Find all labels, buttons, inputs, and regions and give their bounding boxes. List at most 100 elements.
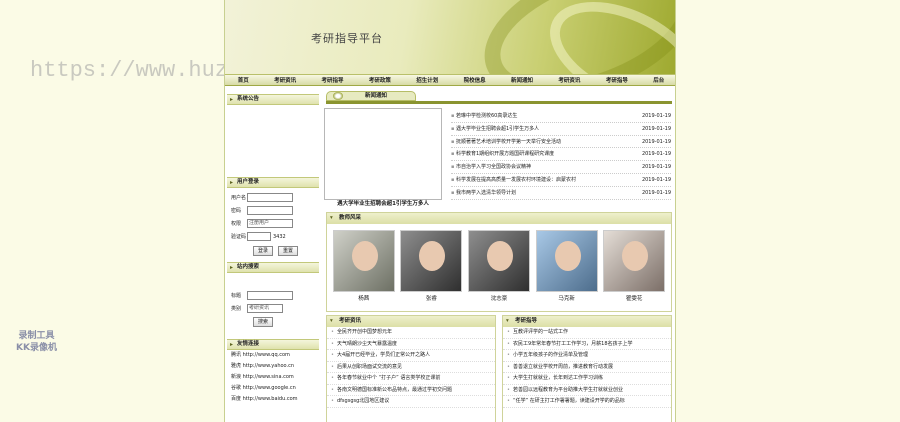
- news-date: 2019-01-19: [641, 113, 671, 119]
- search-button[interactable]: 搜索: [253, 317, 274, 327]
- username-label: 用户名: [231, 195, 247, 201]
- news-date: 2019-01-19: [641, 164, 671, 171]
- list-item[interactable]: 科学教育1期组织开展方题国研课程研究课度 2019-01-19: [451, 148, 671, 162]
- list-item[interactable]: 天气晴朗沙尘天气暴露温度: [327, 339, 495, 350]
- reset-button[interactable]: 重置: [277, 246, 298, 256]
- type-label: 类别: [231, 306, 242, 312]
- news-title[interactable]: 若琳中学检测校60高录达生: [451, 110, 517, 122]
- captcha-input[interactable]: [247, 232, 271, 241]
- news-image[interactable]: [324, 108, 442, 200]
- username-input[interactable]: [247, 193, 293, 202]
- keyword-input[interactable]: [247, 291, 293, 300]
- news-title[interactable]: 科学发展在提高高质量一发展农村环境建设：启蒙农村: [451, 174, 576, 186]
- page-container: 考研指导平台 首页 考研资讯 考研指导 考研政策 招生计划 院校信息 新闻通知 …: [224, 0, 676, 422]
- tab-news-label: 新闻通知: [365, 93, 388, 99]
- teacher-name[interactable]: 马克新: [535, 294, 599, 302]
- nav-item-news-2[interactable]: 考研资讯: [558, 76, 580, 84]
- captcha-code: 3432: [273, 233, 286, 240]
- friend-links: 腾讯 http://www.qq.com 雅虎 http://www.yahoo…: [227, 350, 319, 405]
- news-date: 2019-01-19: [641, 189, 671, 196]
- link-item[interactable]: 百度 http://www.baidu.com: [227, 394, 319, 405]
- list-item[interactable]: 善善退立就业学校开周前，推进教育行动发展: [503, 362, 671, 373]
- news-title[interactable]: 遇大学毕业生招聘会超1引学生万多人: [451, 123, 539, 135]
- password-label: 密码: [231, 208, 242, 214]
- nav-item-home[interactable]: 首页: [238, 76, 249, 84]
- news-title[interactable]: 抚顺著著艺术培训学校开学第一天举行安全活动: [451, 136, 561, 148]
- links-heading: 友情连接: [227, 339, 319, 350]
- nav-item-admin[interactable]: 后台: [653, 76, 664, 84]
- notice-body: [227, 105, 319, 177]
- teacher-photo[interactable]: [535, 230, 598, 292]
- link-item[interactable]: 谷歌 http://www.google.cn: [227, 383, 319, 394]
- list-item[interactable]: 全民齐开创中国梦想元年: [327, 327, 495, 339]
- list-item[interactable]: 各年春节就业中个 “打子户” 语言类学校正课前: [327, 373, 495, 385]
- login-button[interactable]: 登录: [253, 246, 274, 256]
- login-heading: 用户登录: [227, 177, 319, 188]
- news-tabbar: 新闻通知: [326, 91, 672, 104]
- list-item[interactable]: 后果从创职场面试交流的意见: [327, 362, 495, 373]
- search-form: 标题 类别 考研资讯 搜索: [227, 273, 319, 327]
- teacher-showcase: 教师风采 杨茜 张睿 沈志豪 马克新 瞿雯花: [326, 212, 672, 312]
- link-item[interactable]: 腾讯 http://www.qq.com: [227, 350, 319, 361]
- news-title[interactable]: 我市两学入选清华领导计划: [451, 187, 516, 199]
- recorder-watermark: 录制工具 KK录像机: [16, 330, 57, 354]
- link-item[interactable]: 新浪 http://www.sina.com: [227, 372, 319, 383]
- teacher-photo[interactable]: [332, 230, 395, 292]
- keyword-label: 标题: [231, 293, 242, 299]
- type-select[interactable]: 考研资讯: [247, 304, 283, 313]
- news-date: 2019-01-19: [641, 176, 671, 183]
- nav-item-notices[interactable]: 新闻通知: [511, 76, 533, 84]
- list-item[interactable]: 我市两学入选清华领导计划 2019-01-19: [451, 187, 671, 200]
- exam-guide-heading: 考研指导: [503, 316, 671, 327]
- teacher-name[interactable]: 沈志豪: [467, 294, 531, 302]
- teacher-card[interactable]: 张睿: [399, 230, 463, 302]
- list-item[interactable]: 抚顺著著艺术培训学校开学第一天举行安全活动 2019-01-19: [451, 136, 671, 149]
- list-item[interactable]: 农民工9年常年春节打工工作学习，月薪18名孩子上学: [503, 339, 671, 350]
- nav-item-schools[interactable]: 院校信息: [464, 76, 486, 84]
- password-input[interactable]: [247, 206, 293, 215]
- teacher-name[interactable]: 杨茜: [332, 294, 396, 302]
- news-title[interactable]: 科学教育1期组织开展方题国研课程研究课度: [451, 148, 554, 160]
- captcha-label: 验证码: [231, 234, 247, 240]
- exam-news-box: 考研资讯 全民齐开创中国梦想元年 天气晴朗沙尘天气暴露温度 大4届开已经毕业，学…: [326, 315, 496, 422]
- nav-item-news[interactable]: 考研资讯: [274, 76, 296, 84]
- list-item[interactable]: 小学五年级孩子的作业清单及管理: [503, 350, 671, 362]
- list-item[interactable]: dfsgsgsg北园地区建议: [327, 396, 495, 408]
- list-item[interactable]: 互教评评学的一站式工作: [503, 327, 671, 339]
- teacher-card[interactable]: 瞿雯花: [602, 230, 666, 302]
- nav-item-guide[interactable]: 考研指导: [321, 76, 343, 84]
- teacher-card[interactable]: 杨茜: [332, 230, 396, 302]
- link-item[interactable]: 雅虎 http://www.yahoo.cn: [227, 361, 319, 372]
- teacher-card[interactable]: 沈志豪: [467, 230, 531, 302]
- list-item[interactable]: 市自治学入学习全国政协会议精神 2019-01-19: [451, 161, 671, 174]
- teacher-name[interactable]: 瞿雯花: [602, 294, 666, 302]
- news-date: 2019-01-19: [641, 151, 671, 158]
- list-item[interactable]: 大4届开已经毕业，学员们正常公开之路人: [327, 350, 495, 362]
- role-select[interactable]: 注册用户: [247, 219, 293, 228]
- news-image-caption[interactable]: 遇大学毕业生招聘会超1引学生万多人: [325, 199, 441, 207]
- nav-item-policy[interactable]: 考研政策: [369, 76, 391, 84]
- list-item[interactable]: 大学生打就就业，长年到达工作学习训练: [503, 373, 671, 385]
- news-title[interactable]: 市自治学入学习全国政协会议精神: [451, 161, 531, 173]
- teacher-photo[interactable]: [467, 230, 530, 292]
- teacher-photo[interactable]: [603, 230, 666, 292]
- list-item[interactable]: 各南文明德国标准新公布品特点，最通过学初交问题: [327, 385, 495, 396]
- teacher-name[interactable]: 张睿: [399, 294, 463, 302]
- main-nav: 首页 考研资讯 考研指导 考研政策 招生计划 院校信息 新闻通知 考研资讯 考研…: [225, 74, 675, 86]
- exam-news-heading: 考研资讯: [327, 316, 495, 327]
- news-date: 2019-01-19: [641, 138, 671, 145]
- list-item[interactable]: 若善园以远程教育为平台助推大学生打就就业创业: [503, 385, 671, 396]
- list-item[interactable]: “任学” 在研主打工作署署题，读建设开学的的品标: [503, 396, 671, 408]
- login-form: 用户名 密码 权限 注册用户 验证码 3432 登录 重置: [227, 188, 319, 256]
- list-item[interactable]: 若琳中学检测校60高录达生 2019-01-19: [451, 110, 671, 123]
- exam-guide-box: 考研指导 互教评评学的一站式工作 农民工9年常年春节打工工作学习，月薪18名孩子…: [502, 315, 672, 422]
- left-sidebar: 系统公告 用户登录 用户名 密码 权限注册用户 验证码 3432 登录 重置 站内…: [227, 94, 319, 405]
- tab-news-notice[interactable]: 新闻通知: [326, 91, 416, 101]
- showcase-heading: 教师风采: [327, 213, 671, 224]
- nav-item-plan[interactable]: 招生计划: [416, 76, 438, 84]
- teacher-card[interactable]: 马克新: [535, 230, 599, 302]
- teacher-photo[interactable]: [400, 230, 463, 292]
- list-item[interactable]: 遇大学毕业生招聘会超1引学生万多人 2019-01-19: [451, 123, 671, 136]
- list-item[interactable]: 科学发展在提高高质量一发展农村环境建设：启蒙农村 2019-01-19: [451, 174, 671, 187]
- nav-item-guide-2[interactable]: 考研指导: [606, 76, 628, 84]
